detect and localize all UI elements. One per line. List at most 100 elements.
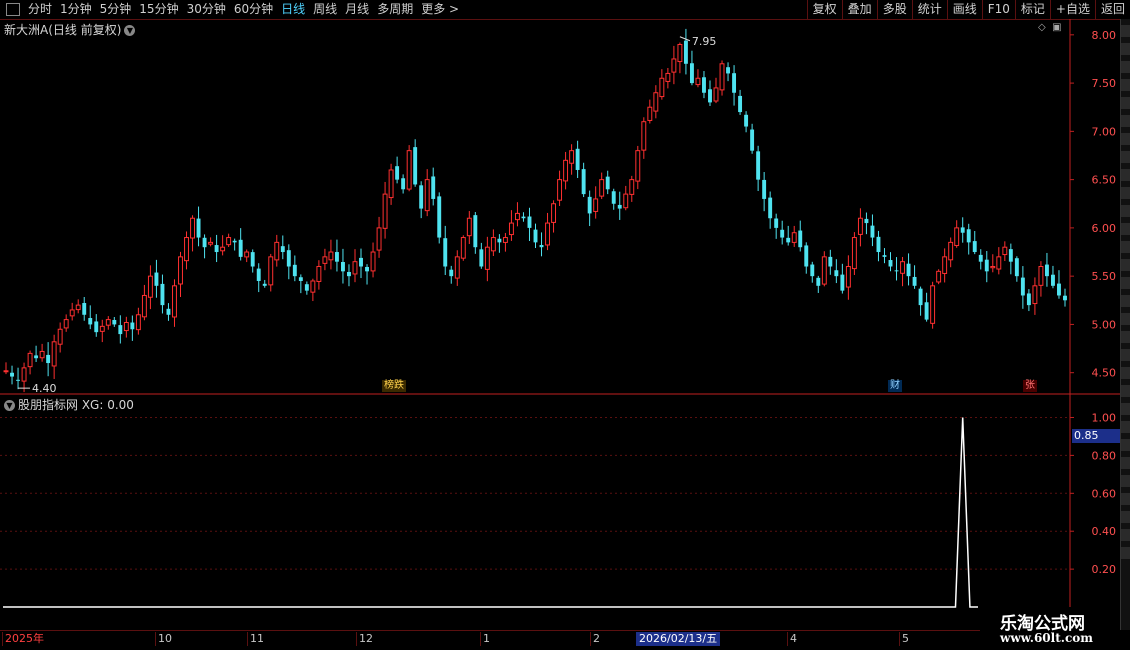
candle-body bbox=[359, 257, 363, 267]
candle-body bbox=[810, 264, 815, 277]
date-label-1: 10 bbox=[155, 632, 172, 646]
candle-body bbox=[521, 216, 526, 219]
strip-cell bbox=[1121, 259, 1130, 271]
candle-body bbox=[623, 193, 629, 209]
candle-body bbox=[202, 237, 207, 248]
candle-body bbox=[641, 121, 647, 151]
date-label-7: 5 bbox=[899, 632, 909, 646]
candle-body bbox=[82, 303, 87, 315]
candle-body bbox=[286, 250, 291, 267]
candle-body bbox=[954, 227, 960, 247]
candle-body bbox=[424, 179, 430, 212]
candle-body bbox=[274, 241, 280, 261]
strip-cell bbox=[1121, 475, 1130, 487]
strip-cell bbox=[1121, 25, 1130, 37]
stock-chart[interactable]: 8.00 7.50 7.00 6.50 6.00 5.50 5.00 4.50 1.00 0.8… bbox=[0, 0, 1120, 630]
candle-body bbox=[178, 256, 183, 285]
candle-body bbox=[135, 314, 141, 331]
candle-body bbox=[508, 222, 514, 236]
candle-body bbox=[557, 179, 563, 201]
candle-body bbox=[906, 263, 911, 277]
candle-body bbox=[39, 350, 45, 359]
candle-body bbox=[828, 256, 833, 267]
candle-body bbox=[196, 218, 201, 238]
candle-body bbox=[497, 238, 502, 243]
candle-body bbox=[214, 245, 219, 253]
xg-line bbox=[3, 417, 978, 608]
candle-body bbox=[141, 294, 147, 318]
candle-body bbox=[160, 283, 165, 306]
strip-cell bbox=[1121, 457, 1130, 469]
candle-body bbox=[388, 169, 394, 199]
candle-body bbox=[635, 150, 641, 182]
candle-body bbox=[454, 256, 460, 279]
candle-body bbox=[900, 261, 905, 274]
candle-body bbox=[545, 222, 550, 246]
candle-body bbox=[484, 246, 490, 270]
candle-body bbox=[395, 166, 400, 180]
candle-body bbox=[563, 159, 569, 182]
candle-body bbox=[431, 176, 436, 199]
candle-body bbox=[653, 92, 659, 112]
candle-body bbox=[466, 217, 472, 237]
candle-body bbox=[190, 217, 195, 239]
main-grid bbox=[0, 19, 1120, 630]
candle-body bbox=[876, 236, 881, 253]
high-arrow bbox=[679, 36, 691, 42]
candle-body bbox=[502, 237, 508, 243]
candle-body bbox=[539, 245, 544, 248]
candle-body bbox=[172, 285, 177, 318]
date-label-4: 1 bbox=[480, 632, 490, 646]
candle-body bbox=[1051, 274, 1055, 286]
candle-body bbox=[57, 328, 63, 345]
candle-body bbox=[834, 270, 839, 277]
candle-body bbox=[708, 89, 712, 103]
candle-body bbox=[449, 269, 454, 277]
finance-badge[interactable]: 财 bbox=[888, 380, 902, 392]
candle-body bbox=[27, 352, 33, 368]
strip-cell bbox=[1121, 277, 1130, 289]
watermark-url: www.60lt.com bbox=[1000, 631, 1093, 645]
candle-body bbox=[990, 266, 996, 269]
candle-body bbox=[924, 302, 929, 320]
candle-body bbox=[845, 266, 851, 288]
candle-body bbox=[238, 239, 243, 257]
strip-cell bbox=[1121, 223, 1130, 235]
strip-cell bbox=[1121, 61, 1130, 73]
candle-body bbox=[821, 256, 827, 285]
strip-cell bbox=[1121, 115, 1130, 127]
candle-body bbox=[798, 230, 803, 248]
chevron-down-icon[interactable]: ▼ bbox=[4, 400, 15, 411]
candle-body bbox=[533, 229, 538, 243]
candle-body bbox=[334, 252, 339, 262]
rise-badge[interactable]: 张 bbox=[1023, 380, 1037, 392]
candle-body bbox=[617, 204, 622, 209]
candle-body bbox=[220, 246, 226, 252]
price-tick-label: 6.50 bbox=[1092, 174, 1117, 187]
indicator-tick-label: 0.80 bbox=[1092, 449, 1117, 462]
strip-cell bbox=[1121, 313, 1130, 325]
candle-body bbox=[756, 151, 761, 180]
candle-body bbox=[683, 40, 688, 64]
candle-body bbox=[599, 179, 605, 197]
candle-body bbox=[948, 241, 954, 261]
candle-body bbox=[786, 237, 791, 243]
dragon-tiger-badge[interactable]: 榜跌 bbox=[382, 380, 406, 392]
candle-body bbox=[130, 322, 135, 330]
candle-body bbox=[376, 227, 382, 251]
candle-body bbox=[1026, 293, 1031, 306]
candle-body bbox=[702, 77, 706, 93]
date-axis: 2025年 10 11 12 1 2 4 5 2026/02/13/五 bbox=[0, 630, 1120, 647]
strip-cell bbox=[1121, 439, 1130, 451]
candle-body bbox=[244, 251, 250, 258]
right-side-strip[interactable] bbox=[1120, 19, 1130, 630]
candle-body bbox=[804, 245, 809, 267]
candle-body bbox=[304, 284, 309, 291]
strip-cell bbox=[1121, 241, 1130, 253]
price-tick-label: 5.50 bbox=[1092, 270, 1117, 283]
price-tick-label: 6.00 bbox=[1092, 222, 1117, 235]
indicator-tick-label: 0.40 bbox=[1092, 525, 1117, 538]
strip-cell bbox=[1121, 97, 1130, 109]
candle-body bbox=[1020, 277, 1025, 296]
candle-body bbox=[726, 67, 730, 74]
